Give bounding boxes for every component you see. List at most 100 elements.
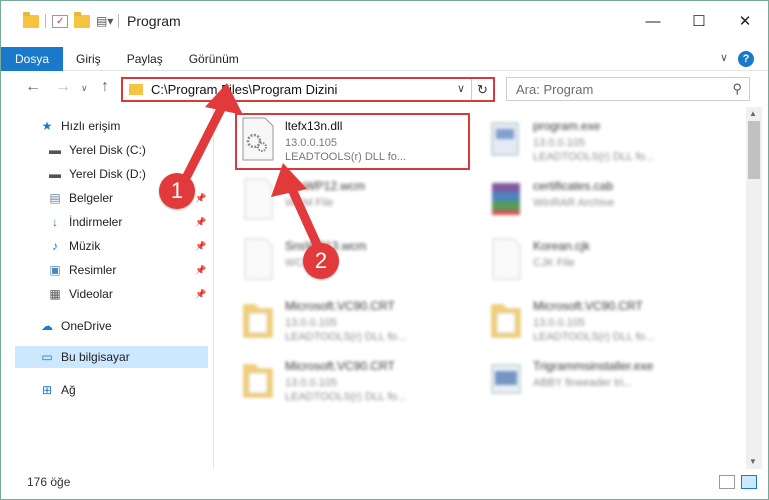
toolbar-separator (118, 14, 119, 28)
sidebar-item-label: Resimler (69, 263, 117, 277)
sidebar-item-videos[interactable]: ▦ Videolar (47, 283, 113, 305)
address-bar[interactable]: C:\Program Files\Program Dizini ∨ ↻ (121, 77, 495, 102)
documents-icon: ▤ (49, 191, 61, 205)
window-controls: — ☐ ✕ (630, 1, 768, 41)
properties-icon[interactable]: ✓ (52, 14, 68, 28)
file-item-folder[interactable]: Microsoft.VC90.CRT 13.0.0.105 LEADTOOLS(… (235, 293, 475, 349)
back-arrow-icon[interactable]: ← (25, 78, 41, 96)
file-item-folder[interactable]: Microsoft.VC90.CRT 13.0.0.105 LEADTOOLS(… (235, 353, 475, 409)
ribbon-tabs: Dosya Giriş Paylaş Görünüm ∨ ? (1, 46, 768, 71)
file-name: Trigrammsinstaller.exe (533, 359, 654, 373)
refresh-icon[interactable]: ↻ (471, 79, 493, 100)
sidebar-item-disk-d[interactable]: ▬ Yerel Disk (D:) (47, 163, 146, 185)
sidebar-item-disk-c[interactable]: ▬ Yerel Disk (C:) (47, 139, 146, 161)
file-type: ABBY fineeader tri... (533, 377, 633, 389)
pin-icon[interactable]: 📌 (195, 217, 206, 228)
pin-icon[interactable]: 📌 (195, 289, 206, 300)
file-name: certificates.cab (533, 179, 614, 193)
folder-icon (491, 304, 521, 338)
file-version: 13.0.0.105 (533, 317, 585, 329)
file-description: LEADTOOLS(r) DLL fo... (533, 151, 655, 163)
details-view-icon[interactable] (719, 475, 735, 489)
forward-arrow-icon[interactable]: → (55, 78, 71, 96)
sidebar-item-label: Bu bilgisayar (61, 350, 130, 364)
pin-icon[interactable]: 📌 (195, 193, 206, 204)
navigation-bar: ← → ∨ ↑ C:\Program Files\Program Dizini … (1, 76, 768, 102)
sidebar-item-documents[interactable]: ▤ Belgeler (47, 187, 113, 209)
close-button[interactable]: ✕ (722, 1, 768, 41)
file-description: LEADTOOLS(r) DLL fo... (285, 391, 407, 403)
customize-toolbar-icon[interactable]: ▤▾ (96, 14, 113, 28)
file-version: 13.0.0.105 (285, 377, 337, 389)
sidebar-item-label: Belgeler (69, 191, 114, 205)
pin-icon[interactable]: 📌 (195, 265, 206, 276)
search-placeholder: Ara: Program (516, 82, 594, 97)
file-name: Microsoft.VC90.CRT (285, 299, 395, 313)
tab-home[interactable]: Giriş (63, 47, 114, 71)
tab-share[interactable]: Paylaş (114, 47, 176, 71)
sidebar-item-pictures[interactable]: ▣ Resimler (47, 259, 116, 281)
search-input[interactable]: Ara: Program ⚲ (506, 77, 750, 101)
sidebar-item-onedrive[interactable]: ☁ OneDrive (39, 315, 112, 337)
sidebar-item-quick-access[interactable]: ★ Hızlı erişim (39, 115, 121, 137)
scroll-up-icon[interactable]: ▲ (749, 109, 757, 118)
navigation-pane: ★ Hızlı erişim ▬ Yerel Disk (C:) ▬ Yerel… (1, 109, 213, 469)
file-item-folder[interactable]: Microsoft.VC90.CRT 13.0.0.105 LEADTOOLS(… (483, 293, 723, 349)
sidebar-item-label: Videolar (69, 287, 113, 301)
file-item-installer-exe[interactable]: Trigrammsinstaller.exe ABBY fineeader tr… (483, 353, 723, 409)
address-path[interactable]: C:\Program Files\Program Dizini (151, 82, 337, 97)
step-two-badge: 2 (303, 243, 339, 279)
folder-icon (243, 304, 273, 338)
search-icon[interactable]: ⚲ (732, 81, 742, 97)
sidebar-item-network[interactable]: ⊞ Ağ (39, 379, 76, 401)
file-item-cjk[interactable]: Korean.cjk CJK File (483, 233, 723, 289)
drive-icon: ▬ (49, 167, 61, 181)
maximize-button[interactable]: ☐ (676, 1, 722, 41)
exe-icon (491, 364, 521, 394)
file-name: Korean.cjk (533, 239, 590, 253)
file-version: 13.0.0.105 (533, 137, 585, 149)
sidebar-item-downloads[interactable]: ↓ İndirmeler (47, 211, 122, 233)
toolbar-separator (45, 14, 46, 28)
file-item-wcm[interactable]: SnsWP13.wcm WCM File (235, 233, 475, 289)
item-count: 176 öğe (27, 475, 71, 489)
vertical-scrollbar[interactable]: ▲ ▼ (746, 107, 762, 469)
scroll-down-icon[interactable]: ▼ (749, 457, 757, 466)
new-folder-icon[interactable] (74, 11, 90, 28)
sidebar-item-label: Yerel Disk (D:) (69, 167, 146, 181)
folder-icon (23, 11, 39, 28)
sidebar-item-label: Müzik (69, 239, 101, 253)
file-name: FileWP12.wcm (285, 179, 366, 193)
generic-file-icon (244, 178, 273, 220)
address-dropdown-icon[interactable]: ∨ (457, 82, 465, 95)
quick-access-toolbar: ✓ ▤▾ (1, 11, 119, 28)
tab-file[interactable]: Dosya (1, 46, 64, 71)
file-item-wcm[interactable]: FileWP12.wcm WCM File (235, 173, 475, 229)
drive-icon: ▬ (49, 143, 61, 157)
computer-icon: ▭ (41, 350, 53, 364)
sidebar-item-label: İndirmeler (69, 215, 123, 229)
expand-ribbon-icon[interactable]: ∨ (720, 51, 728, 64)
music-icon: ♪ (52, 239, 58, 253)
up-arrow-icon[interactable]: ↑ (101, 78, 109, 96)
network-icon: ⊞ (41, 383, 53, 397)
explorer-window: ✓ ▤▾ Program — ☐ ✕ Dosya Giriş Paylaş Gö… (0, 0, 769, 500)
large-icons-view-icon[interactable] (741, 475, 757, 489)
file-item-cab[interactable]: certificates.cab WinRAR Archive (483, 173, 723, 229)
file-item-program-exe[interactable]: program.exe 13.0.0.105 LEADTOOLS(r) DLL … (483, 113, 723, 169)
sidebar-item-this-pc[interactable]: ▭ Bu bilgisayar (15, 346, 208, 368)
folder-icon (129, 84, 143, 95)
tab-view[interactable]: Görünüm (176, 47, 252, 71)
help-icon[interactable]: ? (738, 51, 754, 67)
recent-locations-chevron-icon[interactable]: ∨ (81, 83, 88, 94)
videos-icon: ▦ (49, 287, 61, 301)
status-bar: 176 öğe (1, 473, 768, 499)
pin-icon[interactable]: 📌 (195, 241, 206, 252)
folder-icon (243, 364, 273, 398)
file-name: Microsoft.VC90.CRT (285, 359, 395, 373)
dll-highlight-box (235, 113, 470, 170)
sidebar-item-music[interactable]: ♪ Müzik (47, 235, 100, 257)
minimize-button[interactable]: — (630, 1, 676, 41)
download-icon: ↓ (52, 215, 58, 229)
scrollbar-thumb[interactable] (748, 121, 760, 179)
